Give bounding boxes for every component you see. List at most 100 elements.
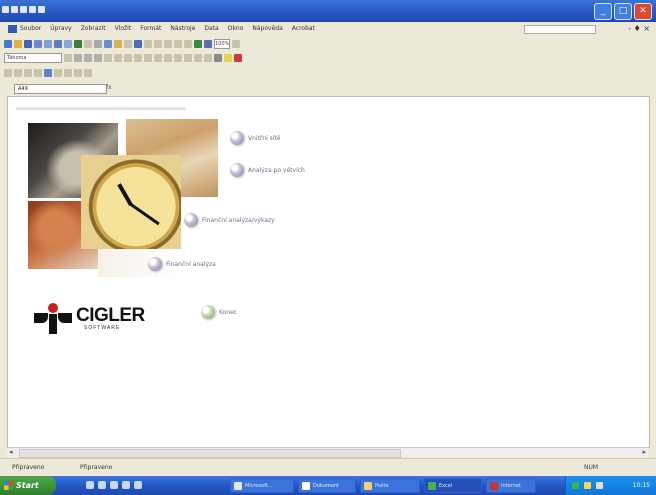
cut-icon[interactable] xyxy=(94,40,102,48)
menu-entry-financial-analysis[interactable]: Finanční analýza xyxy=(148,257,216,271)
tray-network-icon[interactable] xyxy=(584,482,591,489)
autosum-icon[interactable] xyxy=(164,40,172,48)
menu-entry-internal-networks[interactable]: Vnitřní sítě xyxy=(230,131,281,145)
menu-item-tools[interactable]: Nástroje xyxy=(170,25,195,32)
percent-icon[interactable] xyxy=(154,54,162,62)
chart-wizard-icon[interactable] xyxy=(194,40,202,48)
zoom-select[interactable]: 100% xyxy=(214,39,230,49)
new-icon[interactable] xyxy=(4,40,12,48)
menu-item-file[interactable]: Soubor xyxy=(20,25,41,32)
align-left-icon[interactable] xyxy=(104,54,112,62)
merge-center-icon[interactable] xyxy=(134,54,142,62)
comma-icon[interactable] xyxy=(164,54,172,62)
decrease-indent-icon[interactable] xyxy=(194,54,202,62)
review-icon-3[interactable] xyxy=(24,69,32,77)
mail-icon[interactable] xyxy=(110,481,118,489)
menu-item-window[interactable]: Okno xyxy=(228,25,244,32)
borders-icon[interactable] xyxy=(214,54,222,62)
comment-icon[interactable] xyxy=(44,69,52,77)
review-icon-8[interactable] xyxy=(84,69,92,77)
font-size-select[interactable] xyxy=(64,54,72,62)
sort-desc-icon[interactable] xyxy=(184,40,192,48)
browser-icon[interactable] xyxy=(98,481,106,489)
bold-icon[interactable] xyxy=(74,54,82,62)
minimize-button[interactable]: _ xyxy=(594,3,612,20)
app-icon[interactable] xyxy=(2,6,9,13)
explorer-icon[interactable] xyxy=(134,481,142,489)
print-icon[interactable] xyxy=(54,40,62,48)
menu-item-format[interactable]: Formát xyxy=(140,25,161,32)
increase-indent-icon[interactable] xyxy=(204,54,212,62)
currency-icon[interactable] xyxy=(144,54,152,62)
font-name-select[interactable]: Tahoma xyxy=(4,53,62,63)
show-desktop-icon[interactable] xyxy=(86,481,94,489)
menu-item-edit[interactable]: Úpravy xyxy=(50,25,71,32)
start-button[interactable]: Start xyxy=(0,476,56,495)
undo-icon[interactable] xyxy=(20,6,27,13)
review-icon-1[interactable] xyxy=(4,69,12,77)
decrease-decimal-icon[interactable] xyxy=(184,54,192,62)
email-icon[interactable] xyxy=(44,40,52,48)
format-painter-icon[interactable] xyxy=(124,40,132,48)
font-color-icon[interactable] xyxy=(234,54,242,62)
save-icon[interactable] xyxy=(11,6,18,13)
tray-app-icon[interactable] xyxy=(572,482,579,489)
workbook-icon[interactable] xyxy=(8,25,17,33)
taskbar-item-active[interactable]: Excel xyxy=(424,478,482,493)
formula-icon[interactable]: fx xyxy=(106,84,112,91)
review-icon-5[interactable] xyxy=(54,69,62,77)
taskbar-item[interactable]: Internet xyxy=(486,478,536,493)
redo-icon[interactable] xyxy=(144,40,152,48)
italic-icon[interactable] xyxy=(84,54,92,62)
document-window-controls[interactable]: - ♦ × xyxy=(628,24,650,33)
review-icon-2[interactable] xyxy=(14,69,22,77)
scroll-right-icon[interactable]: ▸ xyxy=(642,448,646,456)
align-center-icon[interactable] xyxy=(114,54,122,62)
media-icon[interactable] xyxy=(122,481,130,489)
worksheet-area[interactable]: Vnitřní sítě Analýza po větvích Finanční… xyxy=(7,96,650,448)
maximize-button[interactable]: □ xyxy=(614,3,632,20)
scroll-left-icon[interactable]: ◂ xyxy=(9,448,13,456)
help-search-input[interactable] xyxy=(524,25,596,34)
menu-entry-financial-statements[interactable]: Finanční analýza/výkazy xyxy=(184,213,275,227)
review-icon-4[interactable] xyxy=(34,69,42,77)
sort-asc-icon[interactable] xyxy=(174,40,182,48)
menu-item-help[interactable]: Nápověda xyxy=(252,25,282,32)
taskbar-item[interactable]: Microsoft... xyxy=(230,478,294,493)
taskbar-item[interactable]: Dokument xyxy=(298,478,356,493)
menu-item-acrobat[interactable]: Acrobat xyxy=(292,25,315,32)
spelling-icon[interactable] xyxy=(74,40,82,48)
tray-volume-icon[interactable] xyxy=(596,482,603,489)
taskbar-item[interactable]: Pošta xyxy=(360,478,420,493)
copy-icon[interactable] xyxy=(104,40,112,48)
print-preview-icon[interactable] xyxy=(64,40,72,48)
title-bar: _ □ ✕ xyxy=(0,0,656,22)
increase-decimal-icon[interactable] xyxy=(174,54,182,62)
menu-item-data[interactable]: Data xyxy=(204,25,218,32)
tray-clock[interactable]: 10:15 xyxy=(633,482,650,489)
review-icon-7[interactable] xyxy=(74,69,82,77)
menu-entry-exit[interactable]: Konec xyxy=(201,305,237,319)
research-icon[interactable] xyxy=(84,40,92,48)
menu-entry-branch-analysis[interactable]: Analýza po větvích xyxy=(230,163,305,177)
align-right-icon[interactable] xyxy=(124,54,132,62)
menu-item-insert[interactable]: Vložit xyxy=(115,25,132,32)
paste-icon[interactable] xyxy=(114,40,122,48)
menu-item-view[interactable]: Zobrazit xyxy=(81,25,106,32)
horizontal-scrollbar[interactable]: ◂ ▸ xyxy=(7,447,648,458)
close-button[interactable]: ✕ xyxy=(634,3,652,20)
name-box[interactable]: A49 xyxy=(14,84,107,94)
fill-color-icon[interactable] xyxy=(224,54,232,62)
print-icon[interactable] xyxy=(38,6,45,13)
drawing-icon[interactable] xyxy=(204,40,212,48)
redo-icon[interactable] xyxy=(29,6,36,13)
scrollbar-thumb[interactable] xyxy=(19,449,401,458)
underline-icon[interactable] xyxy=(94,54,102,62)
open-icon[interactable] xyxy=(14,40,22,48)
review-icon-6[interactable] xyxy=(64,69,72,77)
hyperlink-icon[interactable] xyxy=(154,40,162,48)
permission-icon[interactable] xyxy=(34,40,42,48)
undo-icon[interactable] xyxy=(134,40,142,48)
help-icon[interactable] xyxy=(232,40,240,48)
save-icon[interactable] xyxy=(24,40,32,48)
